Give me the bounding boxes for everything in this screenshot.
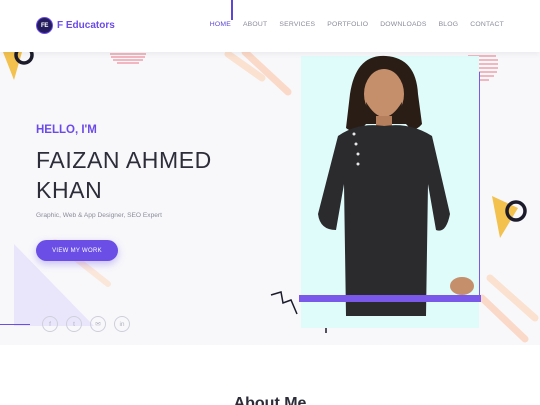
nav-about[interactable]: ABOUT: [243, 21, 267, 28]
main-nav: HOME ABOUT SERVICES PORTFOLIO DOWNLOADS …: [198, 21, 504, 28]
portrait-body: [318, 125, 450, 316]
logo-mark: FE: [36, 17, 53, 34]
about-section-title: About Me: [233, 395, 307, 405]
view-my-work-button[interactable]: VIEW MY WORK: [36, 240, 118, 261]
nav-portfolio[interactable]: PORTFOLIO: [327, 21, 368, 28]
deco-triangle-top-left: [3, 52, 22, 80]
hero-role: Graphic, Web & App Designer, SEO Expert: [36, 212, 162, 219]
nav-blog[interactable]: BLOG: [439, 21, 459, 28]
hero-greeting: HELLO, I'M: [36, 124, 97, 136]
deco-bars-right: [478, 274, 539, 343]
social-links: f t ✉ in: [42, 316, 138, 332]
portrait-right-hand: [450, 277, 474, 295]
deco-bars-top: [224, 52, 292, 96]
brand-name: F Educators: [57, 20, 115, 31]
nav-contact[interactable]: CONTACT: [470, 21, 504, 28]
portrait-photo: [318, 55, 474, 316]
facebook-icon[interactable]: f: [42, 316, 58, 332]
active-nav-indicator: [231, 0, 233, 20]
nav-downloads[interactable]: DOWNLOADS: [380, 21, 426, 28]
email-icon[interactable]: ✉: [90, 316, 106, 332]
hero-section: HELLO, I'M FAIZAN AHMED KHAN Graphic, We…: [0, 52, 540, 345]
nav-home[interactable]: HOME: [210, 21, 231, 28]
twitter-icon[interactable]: t: [66, 316, 82, 332]
deco-stripes-top: [110, 53, 146, 64]
hero-bottom-line: [0, 324, 30, 325]
deco-squiggle: [270, 291, 298, 315]
nav-services[interactable]: SERVICES: [279, 21, 315, 28]
linkedin-icon[interactable]: in: [114, 316, 130, 332]
site-logo[interactable]: FE F Educators: [36, 17, 115, 34]
hero-name: FAIZAN AHMED KHAN: [36, 147, 212, 203]
site-header: FE F Educators HOME ABOUT SERVICES PORTF…: [0, 0, 540, 52]
photo-frame-bar: [299, 295, 481, 302]
logo-initials: FE: [40, 22, 49, 29]
